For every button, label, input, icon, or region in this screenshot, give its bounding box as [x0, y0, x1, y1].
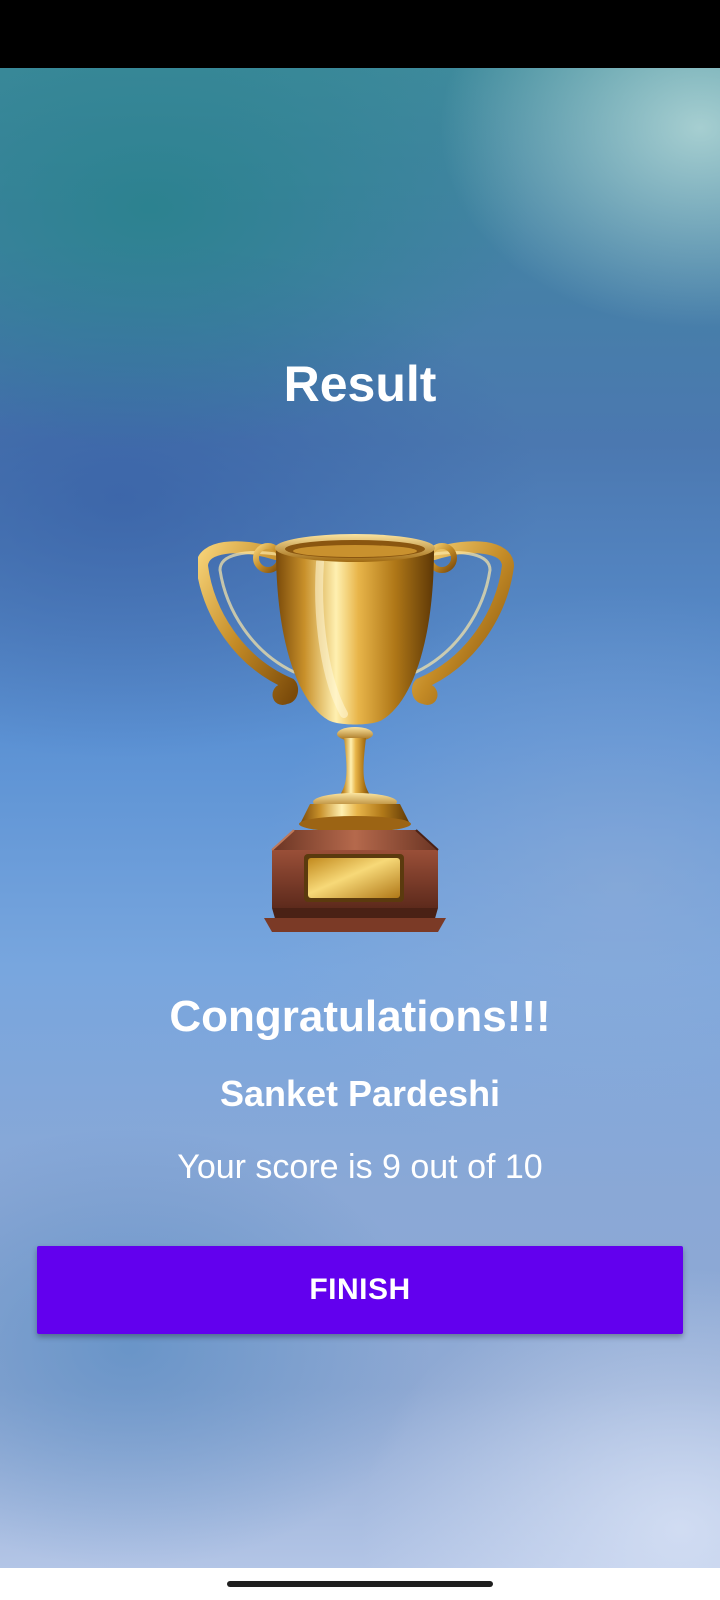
- home-indicator[interactable]: [227, 1581, 493, 1587]
- congratulations-text: Congratulations!!!: [169, 992, 551, 1041]
- page-title: Result: [283, 356, 437, 412]
- finish-button[interactable]: FINISH: [37, 1246, 683, 1334]
- trophy-icon: [195, 532, 518, 952]
- score-text: Your score is 9 out of 10: [177, 1148, 543, 1186]
- result-screen: Result Congratulations!!! Sanket Pardesh…: [0, 0, 720, 1600]
- status-bar: [0, 0, 720, 68]
- player-name: Sanket Pardeshi: [219, 1073, 501, 1114]
